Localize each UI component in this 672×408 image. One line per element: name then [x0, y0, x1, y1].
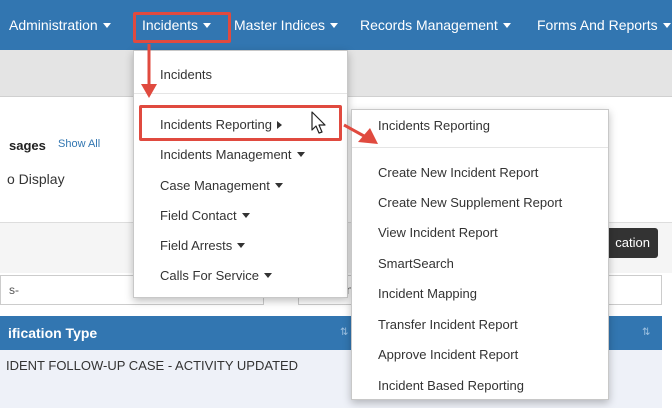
caret-down-icon [203, 22, 212, 28]
submenu-item-incident-mapping[interactable]: Incident Mapping [378, 286, 477, 301]
caret-down-icon [241, 213, 250, 219]
menu-item-case-management[interactable]: Case Management [160, 178, 283, 193]
submenu-item-create-new-supplement-report[interactable]: Create New Supplement Report [378, 195, 562, 210]
caret-down-icon [502, 22, 511, 28]
column-header-type[interactable]: ification Type [8, 316, 97, 350]
menu-item-calls-for-service[interactable]: Calls For Service [160, 268, 272, 283]
submenu-item-incidents-reporting[interactable]: Incidents Reporting [378, 118, 490, 133]
caret-down-icon [296, 152, 305, 158]
table-cell-type: IDENT FOLLOW-UP CASE - ACTIVITY UPDATED [6, 358, 299, 373]
menu-item-calls-for-service-label: Calls For Service [160, 268, 259, 283]
nav-forms-and-reports-label: Forms And Reports [537, 17, 658, 33]
nav-forms-and-reports[interactable]: Forms And Reports [537, 0, 671, 50]
caret-down-icon [237, 243, 246, 249]
sort-icon[interactable]: ⇅ [340, 316, 348, 350]
incidents-dropdown-menu: Incidents Incidents Reporting Incidents … [133, 50, 348, 298]
top-navbar: Administration Incidents Master Indices … [0, 0, 672, 50]
messages-empty-text: o Display [7, 171, 65, 187]
nav-records-management[interactable]: Records Management [360, 0, 511, 50]
menu-item-incidents-management-label: Incidents Management [160, 147, 292, 162]
nav-incidents[interactable]: Incidents [142, 0, 212, 50]
submenu-item-smartsearch[interactable]: SmartSearch [378, 256, 454, 271]
messages-heading: sages [9, 138, 46, 153]
caret-down-icon [330, 22, 339, 28]
caret-down-icon [102, 22, 111, 28]
submenu-item-incident-based-reporting[interactable]: Incident Based Reporting [378, 378, 524, 393]
menu-item-incidents[interactable]: Incidents [160, 67, 212, 82]
nav-administration[interactable]: Administration [9, 0, 111, 50]
menu-item-incidents-reporting-label: Incidents Reporting [160, 117, 273, 132]
caret-right-icon [277, 120, 283, 129]
menu-item-field-contact[interactable]: Field Contact [160, 208, 250, 223]
menu-item-field-arrests[interactable]: Field Arrests [160, 238, 246, 253]
caret-down-icon [274, 183, 283, 189]
menu-item-field-contact-label: Field Contact [160, 208, 237, 223]
nav-master-indices[interactable]: Master Indices [234, 0, 339, 50]
menu-item-case-management-label: Case Management [160, 178, 270, 193]
menu-divider [352, 147, 608, 148]
submenu-item-create-new-incident-report[interactable]: Create New Incident Report [378, 165, 538, 180]
show-all-link[interactable]: Show All [58, 138, 100, 150]
nav-incidents-label: Incidents [142, 17, 199, 33]
incidents-reporting-submenu: Incidents Reporting Create New Incident … [351, 109, 609, 400]
submenu-item-approve-incident-report[interactable]: Approve Incident Report [378, 347, 518, 362]
menu-divider [134, 93, 347, 94]
submenu-item-transfer-incident-report[interactable]: Transfer Incident Report [378, 317, 518, 332]
submenu-item-view-incident-report[interactable]: View Incident Report [378, 225, 498, 240]
menu-item-field-arrests-label: Field Arrests [160, 238, 233, 253]
nav-records-management-label: Records Management [360, 17, 498, 33]
sort-icon[interactable]: ⇅ [642, 316, 650, 350]
menu-item-incidents-management[interactable]: Incidents Management [160, 147, 305, 162]
nav-administration-label: Administration [9, 17, 98, 33]
menu-item-incidents-reporting[interactable]: Incidents Reporting [160, 117, 283, 132]
caret-down-icon [263, 273, 272, 279]
caret-down-icon [662, 22, 671, 28]
nav-master-indices-label: Master Indices [234, 17, 326, 33]
